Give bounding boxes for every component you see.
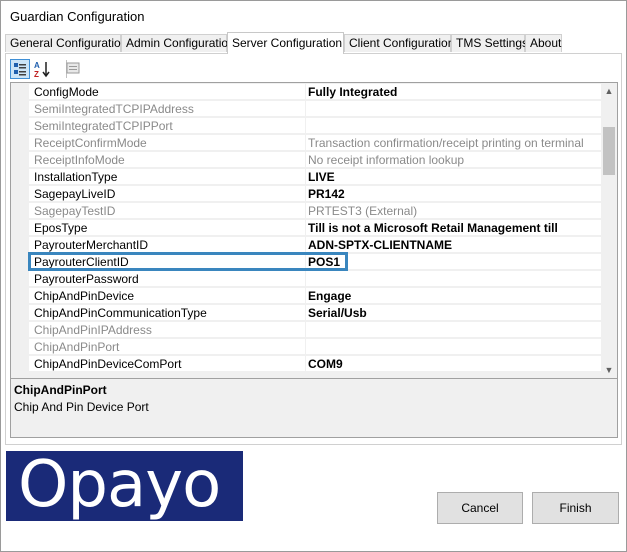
tab-server-configuration[interactable]: Server Configuration: [227, 32, 344, 54]
property-value[interactable]: Fully Integrated: [306, 84, 601, 100]
opayo-logo: Opayo: [6, 451, 243, 521]
property-value[interactable]: [306, 271, 601, 287]
property-row[interactable]: ChipAndPinPort: [11, 339, 601, 356]
alphabetical-sort-button[interactable]: A Z: [33, 59, 53, 79]
property-row[interactable]: InstallationType LIVE: [11, 169, 601, 186]
description-title: ChipAndPinPort: [14, 383, 107, 397]
property-value[interactable]: PRTEST3 (External): [306, 203, 601, 219]
tab-client-configuration[interactable]: Client Configuration: [344, 34, 454, 52]
row-gutter: [11, 339, 29, 356]
logo-text: Opayo: [18, 451, 221, 521]
property-name[interactable]: InstallationType: [29, 169, 305, 185]
scrollbar-thumb[interactable]: [603, 127, 615, 175]
property-row[interactable]: PayrouterPassword: [11, 271, 601, 288]
categorized-view-button[interactable]: [10, 59, 30, 79]
property-pages-button[interactable]: [64, 59, 84, 79]
alphabetical-sort-icon: A Z: [34, 61, 50, 79]
property-value[interactable]: [306, 322, 601, 338]
property-row[interactable]: ChipAndPinDeviceComPort COM9: [11, 356, 601, 373]
property-name[interactable]: ChipAndPinDevice: [29, 288, 305, 304]
property-name[interactable]: SagepayLiveID: [29, 186, 305, 202]
row-gutter: [11, 186, 29, 203]
row-gutter: [11, 322, 29, 339]
property-name[interactable]: EposType: [29, 220, 305, 236]
row-gutter: [11, 305, 29, 322]
tab-tms-settings[interactable]: TMS Settings: [451, 34, 528, 52]
property-name[interactable]: SagepayTestID: [29, 203, 305, 219]
row-gutter: [11, 152, 29, 169]
property-value[interactable]: [306, 339, 601, 355]
property-name[interactable]: ReceiptConfirmMode: [29, 135, 305, 151]
property-row[interactable]: ChipAndPinDevice Engage: [11, 288, 601, 305]
property-name[interactable]: ChipAndPinPort: [29, 339, 305, 355]
svg-text:A: A: [34, 61, 40, 70]
finish-button[interactable]: Finish: [532, 492, 619, 524]
row-gutter: [11, 356, 29, 373]
property-value[interactable]: Serial/Usb: [306, 305, 601, 321]
property-name[interactable]: SemiIntegratedTCPIPPort: [29, 118, 305, 134]
row-gutter: [11, 118, 29, 135]
property-row[interactable]: ReceiptInfoMode No receipt information lo…: [11, 152, 601, 169]
window-title: Guardian Configuration: [10, 9, 145, 24]
property-name[interactable]: ChipAndPinIPAddress: [29, 322, 305, 338]
property-name[interactable]: PayrouterMerchantID: [29, 237, 305, 253]
property-row[interactable]: SemiIntegratedTCPIPPort: [11, 118, 601, 135]
categorized-view-icon: [14, 63, 26, 76]
property-name[interactable]: SemiIntegratedTCPIPAddress: [29, 101, 305, 117]
row-gutter: [11, 220, 29, 237]
property-value[interactable]: [306, 118, 601, 134]
row-gutter: [11, 288, 29, 305]
property-row[interactable]: EposType Till is not a Microsoft Retail M…: [11, 220, 601, 237]
property-value[interactable]: ADN-SPTX-CLIENTNAME: [306, 237, 601, 253]
property-value[interactable]: No receipt information lookup: [306, 152, 601, 168]
property-value[interactable]: PR142: [306, 186, 601, 202]
row-gutter: [11, 84, 29, 101]
property-value[interactable]: LIVE: [306, 169, 601, 185]
property-name[interactable]: ConfigMode: [29, 84, 305, 100]
row-gutter: [11, 254, 29, 271]
property-value[interactable]: COM9: [306, 356, 601, 372]
property-name[interactable]: ChipAndPinDeviceComPort: [29, 356, 305, 372]
property-row[interactable]: PayrouterClientID POS1: [11, 254, 601, 271]
vertical-scrollbar[interactable]: ▲ ▼: [601, 83, 617, 378]
tab-strip: General Configuration Admin Configuratio…: [5, 32, 621, 54]
row-gutter: [11, 101, 29, 118]
property-row[interactable]: SagepayLiveID PR142: [11, 186, 601, 203]
property-value[interactable]: [306, 101, 601, 117]
row-gutter: [11, 135, 29, 152]
property-row[interactable]: ConfigMode Fully Integrated: [11, 84, 601, 101]
property-value[interactable]: Till is not a Microsoft Retail Managemen…: [306, 220, 601, 236]
property-value[interactable]: Engage: [306, 288, 601, 304]
property-name[interactable]: ChipAndPinCommunicationType: [29, 305, 305, 321]
property-value[interactable]: Transaction confirmation/receipt printin…: [306, 135, 601, 151]
property-grid: ConfigMode Fully Integrated SemiIntegrated…: [10, 82, 618, 379]
property-row[interactable]: ChipAndPinIPAddress: [11, 322, 601, 339]
property-name[interactable]: PayrouterPassword: [29, 271, 305, 287]
property-row[interactable]: SagepayTestID PRTEST3 (External): [11, 203, 601, 220]
row-gutter: [11, 203, 29, 220]
property-name[interactable]: PayrouterClientID: [29, 254, 305, 270]
cancel-button[interactable]: Cancel: [437, 492, 523, 524]
property-pages-icon: [66, 62, 80, 74]
property-value[interactable]: POS1: [306, 254, 601, 270]
title-bar: Guardian Configuration: [1, 1, 626, 33]
scroll-down-arrow-icon[interactable]: ▼: [601, 362, 617, 378]
property-row[interactable]: PayrouterMerchantID ADN-SPTX-CLIENTNAME: [11, 237, 601, 254]
row-gutter: [11, 169, 29, 186]
description-text: Chip And Pin Device Port: [14, 400, 149, 414]
property-row[interactable]: ChipAndPinCommunicationType Serial/Usb: [11, 305, 601, 322]
tab-general-configuration[interactable]: General Configuration: [5, 34, 127, 52]
property-row[interactable]: ReceiptConfirmMode Transaction confirmati…: [11, 135, 601, 152]
property-row[interactable]: SemiIntegratedTCPIPAddress: [11, 101, 601, 118]
row-gutter: [11, 237, 29, 254]
property-grid-toolbar: A Z: [10, 57, 610, 81]
scroll-up-arrow-icon[interactable]: ▲: [601, 83, 617, 99]
tab-admin-configuration[interactable]: Admin Configuration: [121, 34, 235, 52]
row-gutter: [11, 271, 29, 288]
description-panel: ChipAndPinPort Chip And Pin Device Port: [10, 378, 618, 438]
tab-about[interactable]: About: [525, 34, 562, 52]
property-name[interactable]: ReceiptInfoMode: [29, 152, 305, 168]
svg-text:Z: Z: [34, 70, 39, 79]
